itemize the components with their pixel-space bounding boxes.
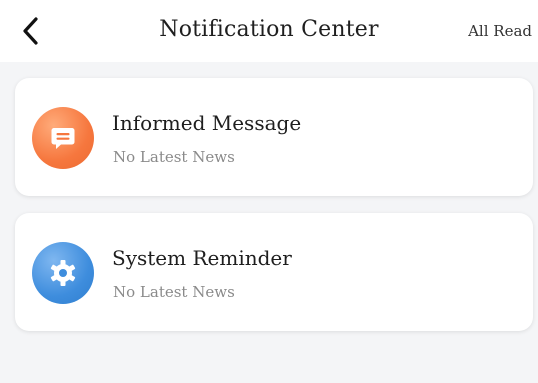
notification-item-informed-message[interactable]: Informed Message No Latest News [15, 78, 533, 196]
notification-title: Informed Message [112, 111, 302, 135]
notification-subtitle: No Latest News [113, 148, 235, 166]
notification-subtitle: No Latest News [113, 283, 235, 301]
notification-item-system-reminder[interactable]: System Reminder No Latest News [15, 213, 533, 331]
all-read-button[interactable]: All Read [468, 22, 532, 40]
notification-list: Informed Message No Latest News System R… [15, 78, 533, 348]
notification-title: System Reminder [112, 246, 292, 270]
gear-icon [32, 242, 94, 304]
header: Notification Center All Read [0, 0, 538, 62]
page-title: Notification Center [159, 17, 379, 42]
message-icon [32, 107, 94, 169]
